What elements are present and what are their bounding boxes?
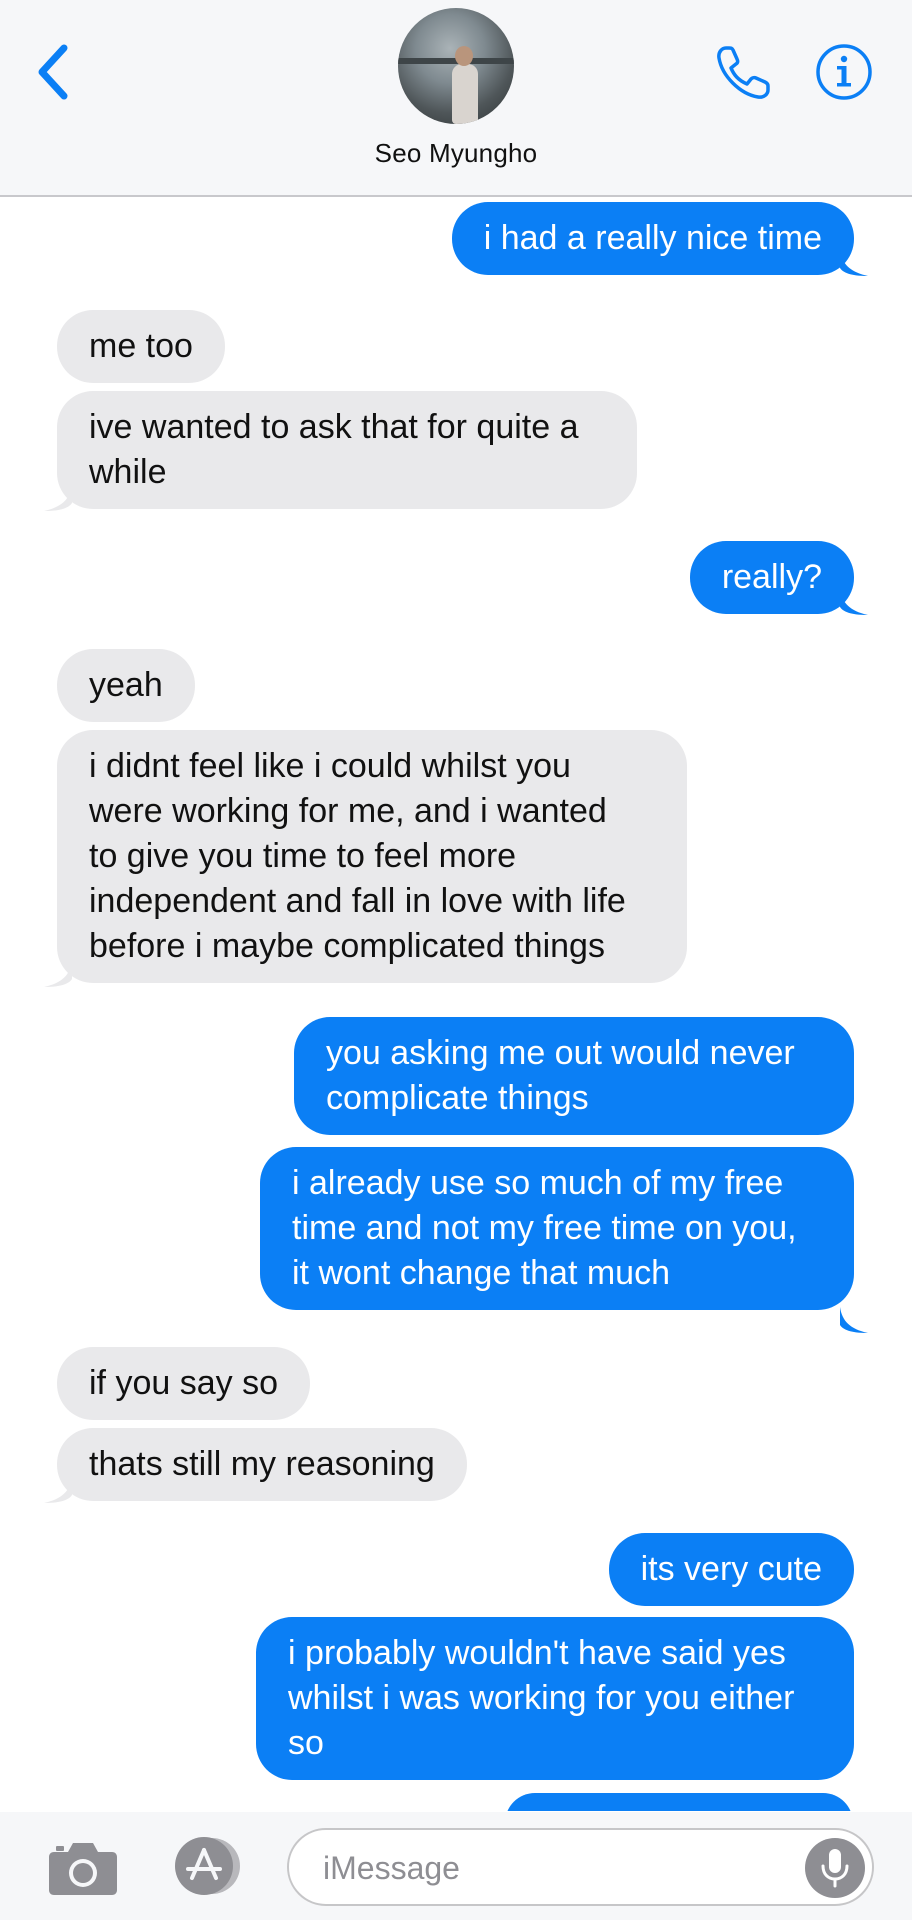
message-input[interactable]: [323, 1846, 763, 1890]
contact-avatar[interactable]: [398, 8, 514, 124]
app-store-button[interactable]: [166, 1836, 248, 1896]
back-button[interactable]: [30, 38, 80, 106]
bubble-tail: [44, 485, 72, 511]
phone-icon: [717, 46, 770, 99]
chevron-left-icon: [38, 44, 68, 100]
contact-name[interactable]: Seo Myungho: [0, 138, 912, 169]
camera-icon: [49, 1843, 117, 1895]
message-bubble-outgoing-partial[interactable]: [505, 1793, 853, 1811]
bubble-tail: [44, 1477, 72, 1503]
message-bubble-outgoing[interactable]: i had a really nice time: [451, 202, 854, 275]
message-bubble-incoming[interactable]: i didnt feel like i could whilst you wer…: [57, 730, 687, 983]
message-bubble-incoming[interactable]: me too: [57, 310, 225, 383]
bubble-tail: [840, 1307, 868, 1333]
message-bubble-outgoing[interactable]: i already use so much of my free time an…: [260, 1147, 854, 1310]
message-bubble-incoming[interactable]: ive wanted to ask that for quite a while: [57, 391, 637, 509]
message-bubble-outgoing[interactable]: you asking me out would never complicate…: [294, 1017, 854, 1135]
info-icon: [816, 44, 872, 100]
app-store-icon: [175, 1837, 240, 1895]
message-thread[interactable]: i had a really nice time me too ive want…: [0, 199, 912, 1811]
microphone-icon: [821, 1849, 849, 1888]
message-bubble-outgoing[interactable]: i probably wouldn't have said yes whilst…: [256, 1617, 854, 1780]
camera-button[interactable]: [48, 1838, 118, 1896]
bubble-tail: [840, 589, 868, 615]
info-button[interactable]: [815, 43, 873, 101]
message-bubble-incoming[interactable]: if you say so: [57, 1347, 310, 1420]
compose-bar: [0, 1812, 912, 1920]
call-button[interactable]: [712, 42, 774, 104]
message-bubble-outgoing[interactable]: really?: [689, 541, 854, 614]
message-bubble-incoming[interactable]: yeah: [57, 649, 195, 722]
conversation-header: Seo Myungho: [0, 0, 912, 197]
dictation-button[interactable]: [805, 1838, 865, 1898]
message-input-field[interactable]: [287, 1828, 874, 1906]
bubble-tail: [44, 961, 72, 987]
message-bubble-outgoing[interactable]: its very cute: [608, 1533, 854, 1606]
bubble-tail: [840, 250, 868, 276]
message-bubble-incoming[interactable]: thats still my reasoning: [57, 1428, 467, 1501]
